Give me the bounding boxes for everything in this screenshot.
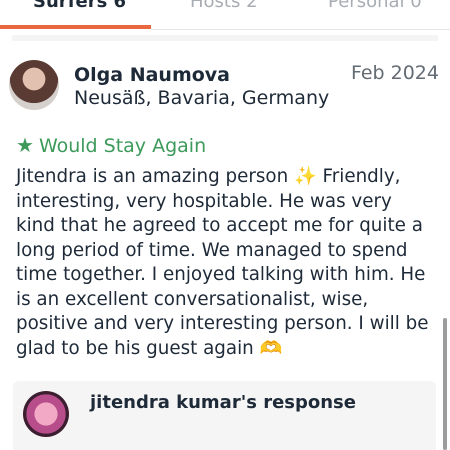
tab-divider: [151, 29, 450, 30]
reviewer-avatar[interactable]: [9, 60, 59, 110]
response-title: jitendra kumar's response: [90, 392, 356, 413]
review-date: Feb 2024: [350, 62, 439, 84]
section-divider: [12, 35, 438, 41]
tab-hosts[interactable]: Hosts 2: [190, 0, 258, 12]
scrollbar[interactable]: [443, 318, 447, 450]
would-stay-again-badge: ★ Would Stay Again: [16, 133, 206, 157]
review-text: Jitendra is an amazing person ✨ Friendly…: [16, 166, 429, 359]
tab-personal[interactable]: Personal 0: [328, 0, 422, 12]
host-response-card: jitendra kumar's response: [13, 381, 436, 450]
star-icon: ★: [16, 133, 34, 157]
reviewer-location: Neusäß, Bavaria, Germany: [74, 87, 330, 109]
host-avatar[interactable]: [23, 391, 69, 437]
active-tab-indicator: [0, 25, 151, 29]
tab-surfers[interactable]: Surfers 6: [33, 0, 126, 12]
reference-tabs: Surfers 6 Hosts 2 Personal 0: [0, 0, 450, 32]
reviewer-name[interactable]: Olga Naumova: [74, 64, 230, 86]
would-stay-label: Would Stay Again: [38, 135, 207, 157]
